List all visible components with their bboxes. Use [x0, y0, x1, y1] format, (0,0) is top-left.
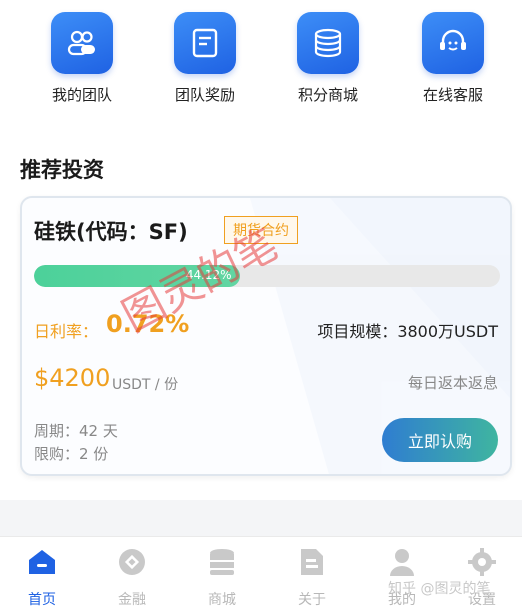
settings-icon: [467, 547, 497, 577]
price: $4200: [34, 364, 111, 392]
tab-label: 首页: [28, 592, 56, 608]
tab-label: 关于: [298, 592, 326, 608]
contract-type-badge: 期货合约: [224, 216, 298, 244]
tab-label: 设置: [468, 592, 496, 608]
investment-card[interactable]: 硅铁(代码：SF) 期货合约 44.12% 日利率： 0.72% 项目规模：38…: [20, 196, 512, 476]
tab-mall[interactable]: 商城: [182, 547, 262, 609]
daily-rate-value: 0.72%: [106, 310, 190, 338]
daily-rate-label: 日利率：: [34, 322, 99, 341]
cycle-text: 周期：42 天: [34, 422, 118, 440]
quick-nav-online-service[interactable]: 在线客服: [403, 12, 503, 105]
subscribe-button[interactable]: 立即认购: [382, 418, 498, 462]
customer-service-icon: [422, 12, 484, 74]
progress-bar: 44.12%: [34, 265, 500, 287]
price-unit: USDT / 份: [112, 377, 179, 393]
quick-nav-label: 积分商城: [297, 86, 358, 104]
tab-home[interactable]: 首页: [2, 547, 82, 609]
tab-profile[interactable]: 我的: [362, 547, 442, 609]
section-divider: [0, 500, 522, 536]
tab-label: 金融: [118, 592, 146, 608]
tab-about[interactable]: 关于: [272, 547, 352, 609]
tab-settings[interactable]: 设置: [442, 547, 522, 609]
quick-nav-label: 我的团队: [51, 86, 112, 104]
quick-nav-label: 团队奖励: [174, 86, 235, 104]
about-icon: [297, 547, 327, 577]
tab-finance[interactable]: 金融: [92, 547, 172, 609]
tab-label: 我的: [388, 592, 416, 608]
quick-nav-my-team[interactable]: 我的团队: [32, 12, 132, 105]
team-icon: [51, 12, 113, 74]
finance-icon: [117, 547, 147, 577]
progress-text: 44.12%: [185, 268, 232, 282]
quick-nav-points-mall[interactable]: 积分商城: [278, 12, 378, 105]
tab-label: 商城: [208, 592, 236, 608]
quick-nav-label: 在线客服: [422, 86, 483, 104]
project-scale: 项目规模：3800万USDT: [317, 322, 498, 341]
quick-nav: 我的团队 团队奖励 积分商城 在线客服: [0, 0, 522, 120]
quick-nav-team-reward[interactable]: 团队奖励: [155, 12, 255, 105]
progress-fill: 44.12%: [34, 265, 240, 287]
points-mall-icon: [297, 12, 359, 74]
home-icon: [27, 547, 57, 577]
mall-icon: [207, 547, 237, 577]
product-title: 硅铁(代码：SF): [34, 220, 188, 244]
daily-return-text: 每日返本返息: [407, 374, 498, 392]
purchase-limit-text: 限购：2 份: [34, 445, 109, 463]
bottom-nav: 首页 金融 商城 关于 我的 设置: [0, 536, 522, 611]
profile-icon: [387, 547, 417, 577]
reward-icon: [174, 12, 236, 74]
section-title: 推荐投资: [20, 158, 104, 182]
